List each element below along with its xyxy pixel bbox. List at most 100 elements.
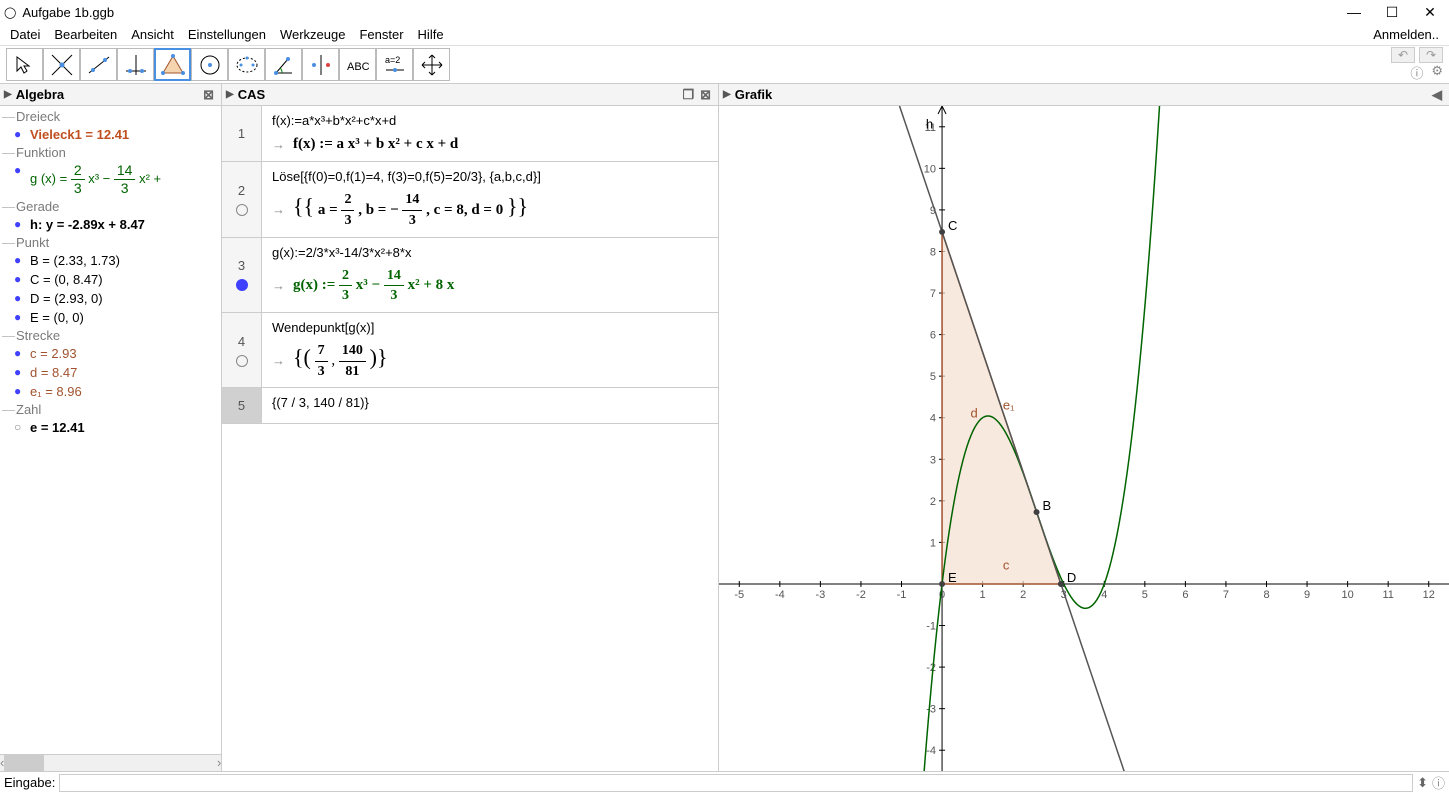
algebra-item[interactable]: d = 8.47 <box>0 363 221 382</box>
help-icon[interactable]: ⓘ <box>1410 63 1423 82</box>
cas-close-icon[interactable]: ⊠ <box>697 87 714 102</box>
menu-einstellungen[interactable]: Einstellungen <box>182 25 272 44</box>
algebra-panel: ▶ Algebra ⊠ DreieckVieleck1 = 12.41Funkti… <box>0 84 222 771</box>
algebra-item[interactable]: g (x) = 23 x³ − 143 x² + <box>0 161 221 198</box>
svg-text:-2: -2 <box>856 589 866 601</box>
cas-cell[interactable]: f(x):=a*x³+b*x²+c*x+d→f(x) := a x³ + b x… <box>262 106 718 161</box>
cas-row[interactable]: 5{(7 / 3, 140 / 81)} <box>222 388 718 423</box>
algebra-scrollbar[interactable]: ‹› <box>0 754 221 771</box>
cas-row-number[interactable]: 4 <box>222 313 262 387</box>
tool-point[interactable] <box>43 48 80 81</box>
svg-text:-1: -1 <box>926 621 936 633</box>
main-area: ▶ Algebra ⊠ DreieckVieleck1 = 12.41Funkti… <box>0 84 1449 771</box>
maximize-button[interactable]: ☐ <box>1377 2 1407 22</box>
login-link[interactable]: Anmelden.. <box>1367 25 1445 44</box>
svg-text:E: E <box>948 570 957 585</box>
cas-title: CAS <box>238 87 265 102</box>
svg-text:h: h <box>926 116 933 131</box>
svg-text:2: 2 <box>930 496 936 508</box>
svg-text:-3: -3 <box>815 589 825 601</box>
menu-ansicht[interactable]: Ansicht <box>125 25 180 44</box>
grafik-title: Grafik <box>735 87 773 102</box>
algebra-item[interactable]: c = 2.93 <box>0 344 221 363</box>
tool-text[interactable]: ABC <box>339 48 376 81</box>
menu-werkzeuge[interactable]: Werkzeuge <box>274 25 352 44</box>
cas-row[interactable]: 1f(x):=a*x³+b*x²+c*x+d→f(x) := a x³ + b … <box>222 106 718 162</box>
graphics-view[interactable]: -5-4-3-2-10123456789101112-4-3-2-1123456… <box>719 106 1449 771</box>
cas-row-number[interactable]: 1 <box>222 106 262 161</box>
minimize-button[interactable]: ― <box>1339 2 1369 22</box>
cas-row[interactable]: 2Löse[{f(0)=0,f(1)=4, f(3)=0,f(5)=20/3},… <box>222 162 718 237</box>
cas-row[interactable]: 3g(x):=2/3*x³-14/3*x²+8*x→g(x) := 23 x³ … <box>222 238 718 313</box>
cas-row[interactable]: 4Wendepunkt[g(x)]→{( 73 , 14081 )} <box>222 313 718 388</box>
cas-cell[interactable]: Wendepunkt[g(x)]→{( 73 , 14081 )} <box>262 313 718 387</box>
menu-datei[interactable]: Datei <box>4 25 46 44</box>
tool-move[interactable] <box>6 48 43 81</box>
algebra-group[interactable]: Gerade <box>0 198 221 215</box>
tool-move-view[interactable] <box>413 48 450 81</box>
svg-text:D: D <box>1067 570 1076 585</box>
algebra-item[interactable]: e = 12.41 <box>0 418 221 437</box>
tool-polygon[interactable] <box>154 48 191 81</box>
collapse-icon: ▶ <box>4 89 12 100</box>
cas-row-number[interactable]: 3 <box>222 238 262 312</box>
title-bar: ◯ Aufgabe 1b.ggb ― ☐ ✕ <box>0 0 1449 24</box>
cas-rows[interactable]: 1f(x):=a*x³+b*x²+c*x+d→f(x) := a x³ + b … <box>222 106 718 771</box>
svg-text:-2: -2 <box>926 662 936 674</box>
tool-line[interactable] <box>80 48 117 81</box>
grafik-expand-icon[interactable]: ◀ <box>1429 87 1445 103</box>
algebra-group[interactable]: Strecke <box>0 327 221 344</box>
command-input[interactable] <box>59 774 1413 792</box>
svg-text:e₁: e₁ <box>1003 397 1015 412</box>
algebra-item[interactable]: D = (2.93, 0) <box>0 289 221 308</box>
algebra-group[interactable]: Punkt <box>0 234 221 251</box>
svg-text:-1: -1 <box>897 589 907 601</box>
algebra-item[interactable]: h: y = -2.89x + 8.47 <box>0 215 221 234</box>
algebra-group[interactable]: Zahl <box>0 401 221 418</box>
svg-text:-5: -5 <box>734 589 744 601</box>
svg-text:10: 10 <box>924 163 936 175</box>
algebra-header[interactable]: ▶ Algebra ⊠ <box>0 84 221 106</box>
tool-ellipse[interactable] <box>228 48 265 81</box>
svg-text:9: 9 <box>1304 589 1310 601</box>
algebra-close-icon[interactable]: ⊠ <box>200 87 217 103</box>
input-bar: Eingabe: ⬍ ⓘ <box>0 771 1449 793</box>
algebra-tree[interactable]: DreieckVieleck1 = 12.41Funktiong (x) = 2… <box>0 106 221 754</box>
tool-slider[interactable]: a=2 <box>376 48 413 81</box>
tool-angle[interactable] <box>265 48 302 81</box>
undo-button[interactable]: ↶ <box>1391 47 1415 63</box>
tool-reflect[interactable] <box>302 48 339 81</box>
settings-icon[interactable]: ⚙ <box>1431 63 1443 82</box>
cas-cell[interactable]: {(7 / 3, 140 / 81)} <box>262 388 718 422</box>
cas-cell[interactable]: Löse[{f(0)=0,f(1)=4, f(3)=0,f(5)=20/3}, … <box>262 162 718 236</box>
input-label: Eingabe: <box>4 775 55 790</box>
cas-cell[interactable]: g(x):=2/3*x³-14/3*x²+8*x→g(x) := 23 x³ −… <box>262 238 718 312</box>
tool-perpendicular[interactable] <box>117 48 154 81</box>
grafik-header[interactable]: ▶Grafik ◀ <box>719 84 1449 106</box>
close-button[interactable]: ✕ <box>1415 2 1445 22</box>
algebra-title: Algebra <box>16 87 64 102</box>
tool-circle[interactable] <box>191 48 228 81</box>
svg-text:8: 8 <box>930 246 936 258</box>
algebra-group[interactable]: Dreieck <box>0 108 221 125</box>
svg-text:B: B <box>1043 498 1052 513</box>
menu-fenster[interactable]: Fenster <box>353 25 409 44</box>
redo-button[interactable]: ↷ <box>1419 47 1443 63</box>
algebra-item[interactable]: C = (0, 8.47) <box>0 270 221 289</box>
cas-row-number[interactable]: 2 <box>222 162 262 236</box>
cas-header[interactable]: ▶CAS ❐⊠ <box>222 84 718 106</box>
algebra-item[interactable]: B = (2.33, 1.73) <box>0 251 221 270</box>
algebra-group[interactable]: Funktion <box>0 144 221 161</box>
algebra-item[interactable]: e₁ = 8.96 <box>0 382 221 401</box>
svg-text:-4: -4 <box>926 745 936 757</box>
menu-bar: DateiBearbeitenAnsichtEinstellungenWerkz… <box>0 24 1449 46</box>
menu-bearbeiten[interactable]: Bearbeiten <box>48 25 123 44</box>
algebra-item[interactable]: Vieleck1 = 12.41 <box>0 125 221 144</box>
svg-text:1: 1 <box>980 589 986 601</box>
cas-row-number[interactable]: 5 <box>222 388 262 422</box>
cas-window-icon[interactable]: ❐ <box>679 87 697 102</box>
input-help-icon[interactable]: ⓘ <box>1432 773 1445 792</box>
algebra-item[interactable]: E = (0, 0) <box>0 308 221 327</box>
menu-hilfe[interactable]: Hilfe <box>412 25 450 44</box>
input-dropdown-icon[interactable]: ⬍ <box>1417 775 1428 791</box>
